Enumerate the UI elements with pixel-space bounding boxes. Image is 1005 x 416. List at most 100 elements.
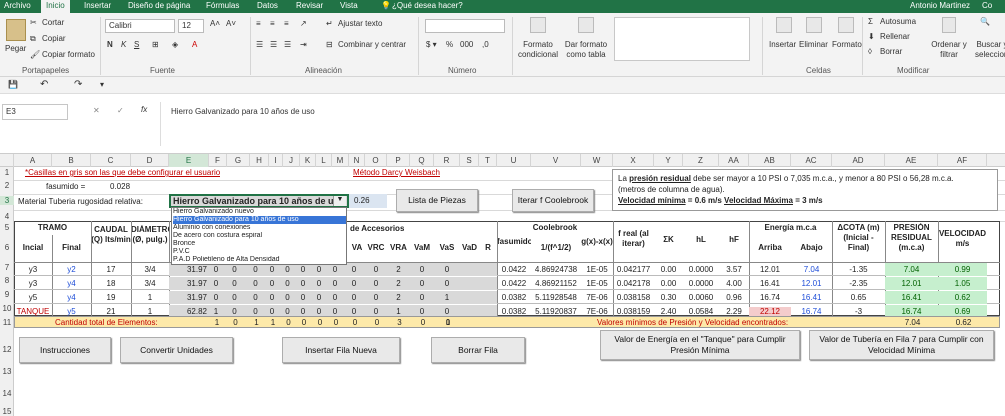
- dropdown-option[interactable]: Bronce: [173, 240, 346, 248]
- tab-revisar[interactable]: Revisar: [296, 1, 323, 10]
- paste-icon[interactable]: [6, 19, 26, 41]
- instructions-button[interactable]: Instrucciones: [19, 337, 111, 363]
- merge-center-button[interactable]: Combinar y centrar: [338, 40, 406, 49]
- material-select-cell[interactable]: Hierro Galvanizado para 10 años de uso ▼: [169, 194, 349, 208]
- row-header[interactable]: 10: [0, 304, 14, 313]
- tab-archivo[interactable]: Archivo: [4, 1, 31, 10]
- dropdown-option[interactable]: P.V.C: [173, 248, 346, 256]
- column-header[interactable]: J: [283, 154, 300, 167]
- orientation-icon[interactable]: ↗: [300, 19, 307, 28]
- row-header[interactable]: 3: [0, 196, 14, 205]
- column-header[interactable]: E: [169, 154, 209, 167]
- row-header[interactable]: 6: [0, 243, 14, 252]
- table-format-button[interactable]: Dar formato como tabla: [562, 40, 610, 60]
- column-header[interactable]: I: [269, 154, 283, 167]
- row-header[interactable]: 9: [0, 290, 14, 299]
- row-header[interactable]: 13: [0, 367, 14, 376]
- column-header[interactable]: AF: [938, 154, 987, 167]
- dropdown-option[interactable]: De acero con costura espiral: [173, 232, 346, 240]
- column-header[interactable]: AE: [885, 154, 938, 167]
- column-header[interactable]: Y: [654, 154, 683, 167]
- column-header[interactable]: A: [14, 154, 52, 167]
- tab-datos[interactable]: Datos: [257, 1, 278, 10]
- wrap-text-icon[interactable]: ↵: [326, 19, 333, 28]
- insert-cells-button[interactable]: Insertar: [769, 40, 796, 49]
- row-header[interactable]: 14: [0, 389, 14, 398]
- column-header[interactable]: H: [250, 154, 269, 167]
- sort-filter-icon[interactable]: [942, 17, 956, 33]
- convert-units-button[interactable]: Convertir Unidades: [120, 337, 233, 363]
- row-header[interactable]: 7: [0, 263, 14, 272]
- customize-icon[interactable]: ▾: [100, 80, 104, 89]
- row-header[interactable]: 12: [0, 345, 14, 354]
- align-top-icon[interactable]: ≡: [256, 19, 261, 28]
- paste-button[interactable]: Pegar: [5, 44, 26, 53]
- cut-button[interactable]: Cortar: [42, 18, 64, 27]
- column-header[interactable]: U: [497, 154, 531, 167]
- name-box[interactable]: E3: [2, 104, 68, 120]
- column-header[interactable]: X: [613, 154, 654, 167]
- wrap-text-button[interactable]: Ajustar texto: [338, 19, 382, 28]
- column-header[interactable]: K: [300, 154, 316, 167]
- column-header[interactable]: R: [434, 154, 460, 167]
- conditional-format-button[interactable]: Formato condicional: [516, 40, 560, 60]
- redo-icon[interactable]: ↷: [74, 79, 82, 90]
- share-button[interactable]: Co: [982, 1, 992, 10]
- align-bottom-icon[interactable]: ≡: [284, 19, 289, 28]
- table-format-icon[interactable]: [578, 17, 594, 33]
- number-format-select[interactable]: [425, 19, 505, 33]
- merge-icon[interactable]: ⊟: [326, 40, 333, 49]
- align-center-icon[interactable]: ☰: [270, 40, 277, 49]
- autosum-button[interactable]: Autosuma: [880, 17, 916, 26]
- format-cells-icon[interactable]: [838, 17, 854, 33]
- format-painter-icon[interactable]: 🖌: [30, 50, 40, 59]
- pieces-list-button[interactable]: Lista de Piezas: [396, 189, 478, 212]
- autosum-icon[interactable]: Σ: [868, 17, 873, 26]
- select-all-corner[interactable]: [0, 154, 14, 167]
- tank-energy-button[interactable]: Valor de Energía en el "Tanque" para Cum…: [600, 330, 800, 360]
- row-header[interactable]: 2: [0, 181, 14, 190]
- function-icon[interactable]: fx: [141, 105, 147, 114]
- cut-icon[interactable]: ✂: [30, 18, 37, 27]
- align-right-icon[interactable]: ☰: [284, 40, 291, 49]
- column-header[interactable]: B: [52, 154, 91, 167]
- undo-icon[interactable]: ↶: [40, 79, 48, 90]
- underline-icon[interactable]: S: [134, 40, 139, 49]
- tab-vista[interactable]: Vista: [340, 1, 358, 10]
- format-painter-button[interactable]: Copiar formato: [42, 50, 95, 59]
- dropdown-option[interactable]: Hierro Galvanizado nuevo: [173, 208, 346, 216]
- bold-icon[interactable]: N: [107, 40, 113, 49]
- indent-icon[interactable]: ⇥: [300, 40, 307, 49]
- conditional-format-icon[interactable]: [530, 17, 546, 33]
- column-header[interactable]: V: [531, 154, 581, 167]
- column-header[interactable]: W: [581, 154, 613, 167]
- italic-icon[interactable]: K: [121, 40, 126, 49]
- font-name-select[interactable]: Calibri: [105, 19, 175, 33]
- decimal-icon[interactable]: ,0: [482, 40, 489, 49]
- column-header[interactable]: O: [365, 154, 387, 167]
- insert-row-button[interactable]: Insertar Fila Nueva: [282, 337, 400, 363]
- eraser-icon[interactable]: ◊: [868, 47, 872, 56]
- delete-row-button[interactable]: Borrar Fila: [431, 337, 525, 363]
- column-header[interactable]: P: [387, 154, 410, 167]
- column-header[interactable]: Q: [410, 154, 434, 167]
- column-header[interactable]: D: [131, 154, 169, 167]
- material-dropdown[interactable]: Hierro Galvanizado nuevo Hierro Galvaniz…: [171, 207, 347, 265]
- font-color-icon[interactable]: A: [192, 40, 197, 49]
- user-name[interactable]: Antonio Martinez: [910, 1, 970, 10]
- dropdown-option[interactable]: P.A.D Polietileno de Alta Densidad: [173, 256, 346, 264]
- shrink-font-icon[interactable]: A˅: [226, 19, 236, 28]
- font-size-select[interactable]: 12: [178, 19, 204, 33]
- format-cells-button[interactable]: Formato: [832, 40, 862, 49]
- confirm-icon[interactable]: ✓: [117, 106, 124, 115]
- copy-icon[interactable]: ⧉: [30, 34, 36, 44]
- tab-insertar[interactable]: Insertar: [84, 1, 111, 10]
- row-header[interactable]: 11: [0, 318, 14, 327]
- delete-cells-button[interactable]: Eliminar: [799, 40, 828, 49]
- fill-icon[interactable]: ⬇: [868, 32, 875, 41]
- tab-diseno[interactable]: Diseño de página: [128, 1, 190, 10]
- worksheet[interactable]: *Casillas en gris son las que debe confi…: [14, 167, 1005, 416]
- delete-cells-icon[interactable]: [806, 17, 822, 33]
- column-header[interactable]: S: [460, 154, 479, 167]
- borders-icon[interactable]: ⊞: [152, 40, 159, 49]
